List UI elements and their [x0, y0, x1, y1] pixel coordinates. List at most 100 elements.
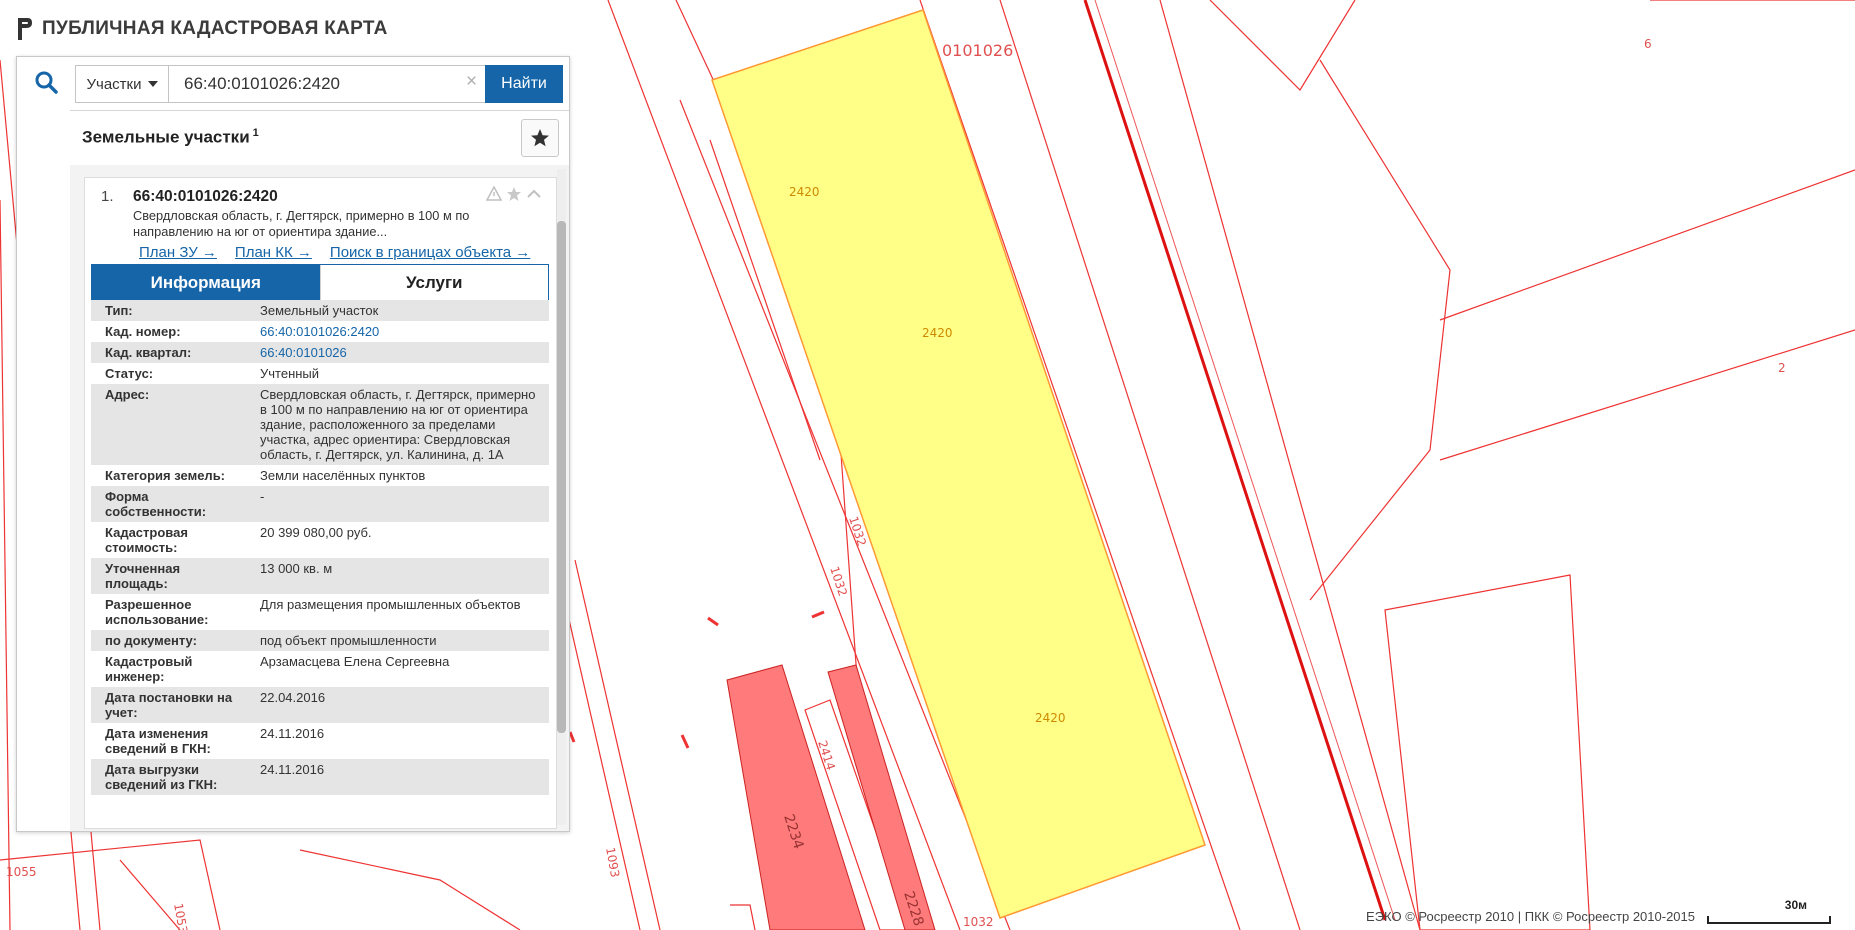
info-row: Статус: Учтенный — [91, 363, 549, 384]
search-panel: Участки 66:40:0101026:2420 × Найти Земел… — [16, 56, 570, 832]
info-row: Дата выгрузки сведений из ГКН: 24.11.2016 — [91, 759, 549, 795]
info-row: по документу: под объект промышленности — [91, 630, 549, 651]
find-button[interactable]: Найти — [485, 65, 563, 103]
parcel-number-label: 1055 — [6, 865, 37, 879]
info-row: Форма собственности: - — [91, 486, 549, 522]
chevron-down-icon — [147, 81, 158, 87]
info-label: Категория земель: — [105, 468, 226, 483]
search-type-select[interactable]: Участки — [76, 66, 169, 102]
info-row: Тип: Земельный участок — [91, 300, 549, 321]
search-input[interactable]: 66:40:0101026:2420 — [184, 74, 340, 94]
star-icon[interactable] — [506, 186, 522, 202]
logo-icon — [18, 18, 32, 40]
map-mark — [707, 616, 719, 627]
info-row: Кад. номер: 66:40:0101026:2420 — [91, 321, 549, 342]
info-label: по документу: — [105, 633, 197, 648]
results-title-text: Земельные участки — [82, 127, 250, 147]
info-label: Разрешенное использование: — [105, 597, 209, 627]
results-title: Земельные участки 1 — [82, 127, 259, 148]
parcel-label: 2420 — [922, 326, 953, 340]
plan-zu-link[interactable]: План ЗУ → — [139, 244, 217, 261]
info-row: Уточненная площадь: 13 000 кв. м — [91, 558, 549, 594]
info-value: под объект промышленности — [260, 633, 437, 648]
info-label: Тип: — [105, 303, 133, 318]
parcel-boundary — [1209, 0, 1356, 91]
result-cadastral-number[interactable]: 66:40:0101026:2420 — [133, 188, 278, 206]
map-mark — [811, 610, 825, 619]
info-label: Форма собственности: — [105, 489, 207, 519]
info-row: Кадастровый инженер: Арзамасцева Елена Се… — [91, 651, 549, 687]
info-value-link[interactable]: 66:40:0101026:2420 — [246, 321, 549, 342]
info-row: Кадастровая стоимость: 20 399 080,00 руб. — [91, 522, 549, 558]
search-row: Участки 66:40:0101026:2420 × Найти — [17, 57, 569, 109]
results-list: 1. 66:40:0101026:2420 Свердловская облас… — [70, 165, 569, 831]
info-label: Кадастровая стоимость: — [105, 525, 188, 555]
app-title: ПУБЛИЧНАЯ КАДАСТРОВАЯ КАРТА — [42, 18, 388, 39]
parcel-label: 2420 — [789, 185, 820, 199]
favorites-button[interactable] — [521, 119, 559, 157]
warning-icon[interactable] — [486, 186, 502, 202]
search-box: Участки 66:40:0101026:2420 × — [75, 65, 489, 103]
copyright-text: ЕЭКО © Росреестр 2010 | ПКК © Росреестр … — [1366, 909, 1695, 924]
info-value: Свердловская область, г. Дегтярск, приме… — [260, 387, 536, 462]
parcel-number-label: 1032 — [827, 565, 850, 598]
info-label: Кад. номер: — [105, 324, 181, 339]
results-count: 1 — [252, 127, 259, 139]
parcel-number-label: 1093 — [603, 846, 622, 879]
parcel-boundary — [1159, 0, 1421, 930]
parcel-boundary — [1439, 169, 1855, 321]
info-value: 20 399 080,00 руб. — [260, 525, 372, 540]
parcel-boundary — [730, 904, 756, 930]
scrollbar-thumb[interactable] — [557, 221, 566, 733]
info-value: - — [260, 489, 265, 504]
info-row: Разрешенное использование: Для размещения… — [91, 594, 549, 630]
map-mark — [568, 731, 576, 743]
scale-line — [1707, 916, 1831, 924]
parcel-boundary — [0, 199, 11, 930]
search-icon[interactable] — [33, 69, 59, 95]
info-label: Адрес: — [105, 387, 150, 402]
quarter-label: 0101026 — [942, 41, 1013, 60]
clear-icon[interactable]: × — [466, 71, 477, 93]
info-label: Статус: — [105, 366, 154, 381]
result-links: План ЗУ → План КК → Поиск в границах объ… — [139, 244, 530, 261]
info-value-link[interactable]: 66:40:0101026 — [246, 342, 549, 363]
info-row: Адрес: Свердловская область, г. Дегтярск,… — [91, 384, 549, 465]
info-label: Дата постановки на учет: — [105, 690, 233, 720]
info-value: Для размещения промышленных объектов — [260, 597, 521, 612]
parcel-boundary — [1309, 59, 1451, 601]
info-value: 24.11.2016 — [260, 726, 325, 741]
parcel-number-label: 1032 — [963, 915, 994, 929]
scale-label: 30м — [1784, 898, 1807, 912]
info-row: Дата постановки на учет: 22.04.2016 — [91, 687, 549, 723]
info-value: 24.11.2016 — [260, 762, 325, 777]
chevron-up-icon[interactable] — [526, 186, 542, 202]
info-row: Дата изменения сведений в ГКН: 24.11.2016 — [91, 723, 549, 759]
info-value: Земли населённых пунктов — [260, 468, 426, 483]
star-icon — [531, 129, 549, 147]
tab-info[interactable]: Информация — [92, 265, 320, 301]
parcel-boundary — [559, 579, 641, 930]
parcel-number-label: 2 — [1778, 361, 1786, 375]
info-value: Земельный участок — [260, 303, 379, 318]
info-value: 22.04.2016 — [260, 690, 326, 705]
parcel-number-label: 2414 — [815, 739, 838, 772]
tab-services[interactable]: Услуги — [319, 265, 548, 301]
info-label: Кад. квартал: — [105, 345, 192, 360]
parcel-number-label: 1053 — [171, 902, 190, 930]
app-logo[interactable]: ПУБЛИЧНАЯ КАДАСТРОВАЯ КАРТА — [16, 14, 388, 44]
search-in-bounds-link[interactable]: Поиск в границах объекта → — [330, 244, 530, 261]
search-type-label: Участки — [86, 75, 142, 93]
result-index: 1. — [101, 188, 114, 205]
info-row: Категория земель: Земли населённых пункто… — [91, 465, 549, 486]
info-value: Арзамасцева Елена Сергеевна — [260, 654, 450, 669]
parcel-boundary — [299, 849, 521, 930]
info-value: 13 000 кв. м — [260, 561, 333, 576]
info-table: Тип: Земельный участок Кад. номер: 66:40:0… — [91, 300, 549, 795]
results-header: Земельные участки 1 — [70, 110, 569, 167]
result-card: 1. 66:40:0101026:2420 Свердловская облас… — [84, 177, 557, 829]
plan-kk-link[interactable]: План КК → — [235, 244, 312, 261]
parcel-boundary — [119, 859, 181, 930]
scale-bar: 30м — [1707, 898, 1837, 924]
info-label: Дата изменения сведений в ГКН: — [105, 726, 211, 756]
